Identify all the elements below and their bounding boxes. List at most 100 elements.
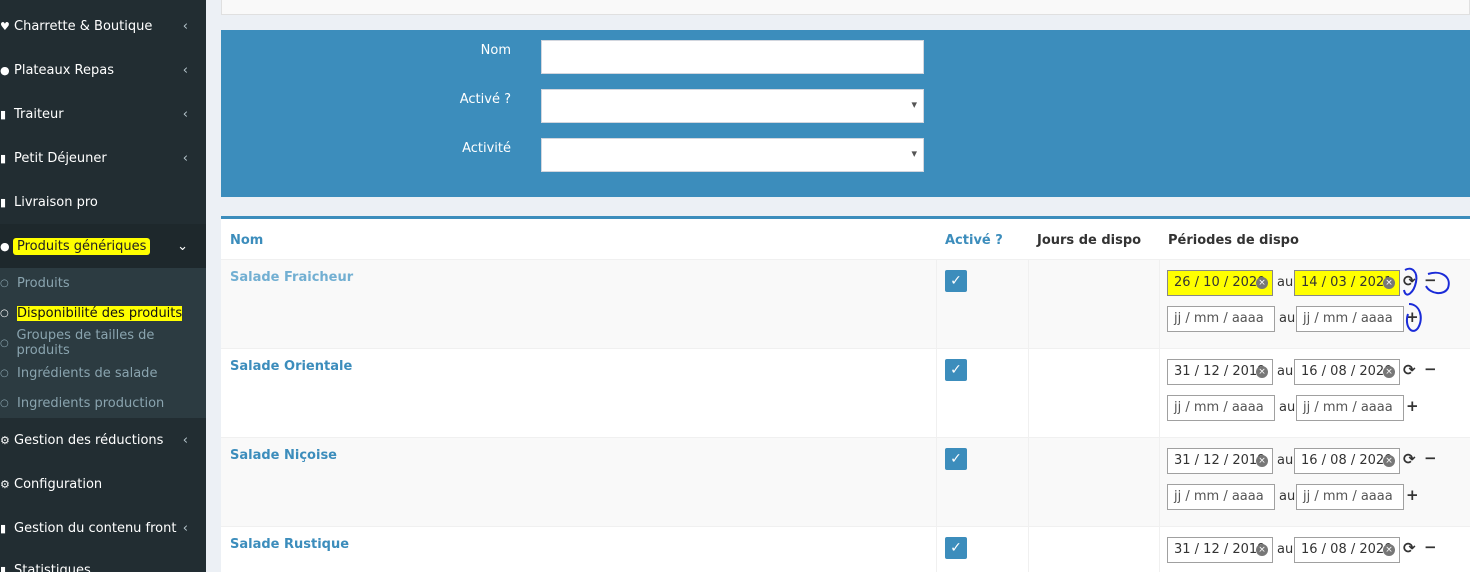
clear-icon[interactable]: × (1383, 366, 1395, 378)
sidebar-item-produits-generiques[interactable]: ● Produits génériques ⌄ (0, 224, 206, 268)
date-from-new[interactable]: jj / mm / aaaa (1167, 306, 1275, 332)
sidebar-item-plateaux-repas[interactable]: ● Plateaux Repas ‹ (0, 48, 206, 92)
image-icon: ▮ (0, 521, 7, 535)
au-label: au (1277, 542, 1294, 557)
circle-outline-icon: ○ (0, 337, 9, 349)
sidebar-item-statistiques[interactable]: ▮ Statistiques (0, 548, 206, 572)
filter-activite-label: Activité (462, 141, 511, 156)
minus-icon[interactable]: − (1424, 271, 1437, 289)
table-row: Salade Fraicheur ✓ 26 / 10 / 2020 × au 1… (221, 259, 1470, 348)
au-label: au (1277, 453, 1294, 468)
circle-outline-icon: ○ (0, 367, 9, 379)
header-active[interactable]: Activé ? (945, 233, 1003, 248)
minus-icon[interactable]: − (1424, 538, 1437, 556)
au-label: au (1279, 489, 1296, 504)
circle-icon: ● (0, 63, 10, 77)
utensils-icon: ▮ (0, 107, 7, 121)
date-to-field[interactable]: 16 / 08 / 2020 × (1294, 448, 1400, 474)
chevron-left-icon: ‹ (182, 520, 188, 536)
au-label: au (1277, 275, 1294, 290)
gear-icon: ⚙ (0, 433, 10, 447)
chevron-left-icon: ‹ (182, 62, 188, 78)
chevron-left-icon: ‹ (182, 150, 188, 166)
plus-icon[interactable]: + (1406, 397, 1419, 415)
clear-icon[interactable]: × (1383, 544, 1395, 556)
book-icon: ▮ (0, 195, 7, 209)
chart-icon: ▮ (0, 563, 7, 572)
filter-active-label: Activé ? (459, 92, 511, 107)
submenu-item-ingredients-production[interactable]: ○ Ingredients production (0, 388, 206, 418)
date-to-new[interactable]: jj / mm / aaaa (1296, 395, 1404, 421)
submenu-item-produits[interactable]: ○ Produits (0, 268, 206, 298)
circle-outline-icon: ○ (0, 307, 9, 319)
sidebar: ♥ Charrette & Boutique ‹ ● Plateaux Repa… (0, 0, 206, 572)
active-checkbox[interactable]: ✓ (945, 448, 967, 470)
filter-nom-input[interactable] (541, 40, 924, 74)
circle-outline-icon: ○ (0, 397, 9, 409)
active-checkbox[interactable]: ✓ (945, 270, 967, 292)
filter-activite-select[interactable] (541, 138, 924, 172)
product-name[interactable]: Salade Orientale (230, 359, 352, 374)
sidebar-item-configuration[interactable]: ⚙ Configuration (0, 462, 206, 506)
clear-icon[interactable]: × (1256, 455, 1268, 467)
date-from-new[interactable]: jj / mm / aaaa (1167, 395, 1275, 421)
product-name[interactable]: Salade Niçoise (230, 448, 337, 463)
clear-icon[interactable]: × (1383, 277, 1395, 289)
minus-icon[interactable]: − (1424, 449, 1437, 467)
gear-icon: ⚙ (0, 477, 10, 491)
minus-icon[interactable]: − (1424, 360, 1437, 378)
circle-outline-icon: ○ (0, 277, 9, 289)
products-table: Nom Activé ? Jours de dispo Périodes de … (221, 216, 1470, 572)
clear-icon[interactable]: × (1256, 277, 1268, 289)
product-name[interactable]: Salade Rustique (230, 537, 349, 552)
active-checkbox[interactable]: ✓ (945, 537, 967, 559)
au-label: au (1279, 311, 1296, 326)
chevron-left-icon: ‹ (182, 432, 188, 448)
active-checkbox[interactable]: ✓ (945, 359, 967, 381)
date-from-field[interactable]: 31 / 12 / 2019 × (1167, 448, 1273, 474)
refresh-icon[interactable]: ⟳ (1403, 361, 1416, 379)
submenu-item-groupes-tailles[interactable]: ○ Groupes de tailles de produits (0, 328, 206, 358)
refresh-icon[interactable]: ⟳ (1403, 272, 1416, 290)
date-to-field[interactable]: 14 / 03 / 2021 × (1294, 270, 1400, 296)
submenu-item-ingredients-salade[interactable]: ○ Ingrédients de salade (0, 358, 206, 388)
plus-icon[interactable]: + (1406, 486, 1419, 504)
clear-icon[interactable]: × (1256, 544, 1268, 556)
sidebar-item-petit-dejeuner[interactable]: ▮ Petit Déjeuner ‹ (0, 136, 206, 180)
submenu-item-disponibilite[interactable]: ○ Disponibilité des produits (0, 298, 206, 328)
sidebar-item-livraison-pro[interactable]: ▮ Livraison pro (0, 180, 206, 224)
chevron-left-icon: ‹ (182, 18, 188, 34)
clear-icon[interactable]: × (1256, 366, 1268, 378)
chevron-down-icon: ⌄ (177, 238, 188, 254)
header-nom[interactable]: Nom (230, 233, 263, 248)
header-periodes: Périodes de dispo (1168, 233, 1299, 248)
product-name[interactable]: Salade Fraicheur (230, 270, 353, 285)
header-jours: Jours de dispo (1037, 233, 1142, 248)
clear-icon[interactable]: × (1383, 455, 1395, 467)
table-row: Salade Rustique ✓ 31 / 12 / 2019 × au 16… (221, 526, 1470, 572)
heart-icon: ♥ (0, 19, 10, 33)
date-from-new[interactable]: jj / mm / aaaa (1167, 484, 1275, 510)
sidebar-item-charrette-boutique[interactable]: ♥ Charrette & Boutique ‹ (0, 4, 206, 48)
date-from-field[interactable]: 31 / 12 / 2019 × (1167, 537, 1273, 563)
date-to-new[interactable]: jj / mm / aaaa (1296, 306, 1404, 332)
refresh-icon[interactable]: ⟳ (1403, 539, 1416, 557)
date-to-field[interactable]: 16 / 08 / 2020 × (1294, 537, 1400, 563)
date-from-field[interactable]: 26 / 10 / 2020 × (1167, 270, 1273, 296)
date-from-field[interactable]: 31 / 12 / 2019 × (1167, 359, 1273, 385)
sidebar-item-traiteur[interactable]: ▮ Traiteur ‹ (0, 92, 206, 136)
table-row: Salade Niçoise ✓ 31 / 12 / 2019 × au 16 … (221, 437, 1470, 526)
filter-box: Nom Activé ? Activité (221, 30, 1470, 197)
au-label: au (1277, 364, 1294, 379)
top-panel (221, 0, 1470, 15)
sidebar-item-contenu-front[interactable]: ▮ Gestion du contenu front ‹ (0, 506, 206, 550)
plus-icon[interactable]: + (1406, 308, 1419, 326)
refresh-icon[interactable]: ⟳ (1403, 450, 1416, 468)
sidebar-item-gestion-reductions[interactable]: ⚙ Gestion des réductions ‹ (0, 418, 206, 462)
circle-icon: ● (0, 239, 10, 253)
date-to-field[interactable]: 16 / 08 / 2020 × (1294, 359, 1400, 385)
chevron-left-icon: ‹ (182, 106, 188, 122)
table-row: Salade Orientale ✓ 31 / 12 / 2019 × au 1… (221, 348, 1470, 437)
date-to-new[interactable]: jj / mm / aaaa (1296, 484, 1404, 510)
filter-active-select[interactable] (541, 89, 924, 123)
